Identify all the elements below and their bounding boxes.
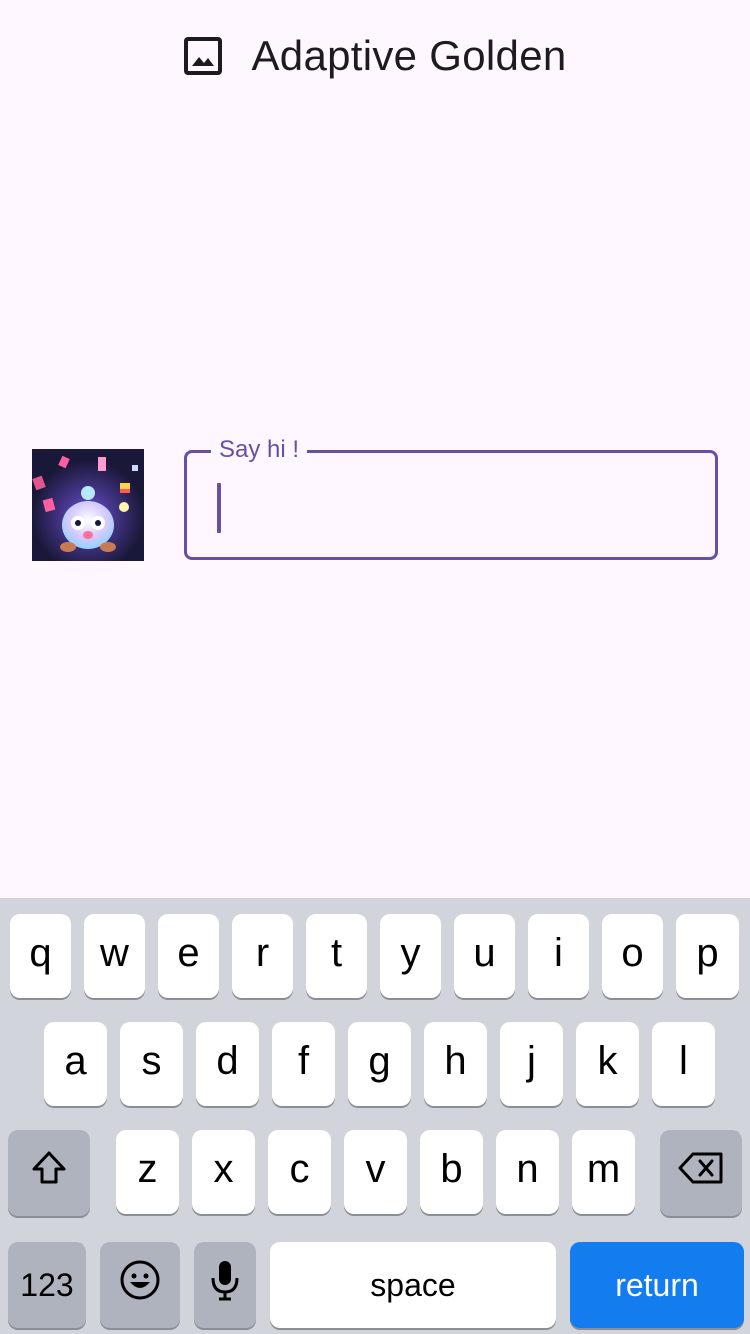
delete-key[interactable] xyxy=(660,1130,742,1216)
page-title: Adaptive Golden xyxy=(251,32,567,79)
key-z[interactable]: z xyxy=(116,1130,179,1214)
key-m[interactable]: m xyxy=(572,1130,635,1214)
key-y[interactable]: y xyxy=(380,914,441,998)
key-u[interactable]: u xyxy=(454,914,515,998)
shift-key[interactable] xyxy=(8,1130,90,1216)
key-k[interactable]: k xyxy=(576,1022,639,1106)
key-b[interactable]: b xyxy=(420,1130,483,1214)
app-bar: Adaptive Golden xyxy=(0,0,750,112)
emoji-icon xyxy=(118,1258,162,1312)
avatar-image xyxy=(32,449,144,561)
text-caret xyxy=(217,483,221,533)
microphone-key[interactable] xyxy=(194,1242,256,1328)
title-group: Adaptive Golden xyxy=(183,32,566,80)
key-t[interactable]: t xyxy=(306,914,367,998)
microphone-icon xyxy=(209,1258,241,1312)
image-icon xyxy=(183,36,223,76)
message-field-label: Say hi ! xyxy=(211,435,308,465)
key-e[interactable]: e xyxy=(158,914,219,998)
key-h[interactable]: h xyxy=(424,1022,487,1106)
key-s[interactable]: s xyxy=(120,1022,183,1106)
key-x[interactable]: x xyxy=(192,1130,255,1214)
return-key[interactable]: return xyxy=(570,1242,744,1328)
key-o[interactable]: o xyxy=(602,914,663,998)
key-f[interactable]: f xyxy=(272,1022,335,1106)
key-p[interactable]: p xyxy=(676,914,739,998)
backspace-icon xyxy=(677,1150,725,1196)
key-v[interactable]: v xyxy=(344,1130,407,1214)
key-n[interactable]: n xyxy=(496,1130,559,1214)
screen: Adaptive Golden Say hi ! q w e r t y u i… xyxy=(0,0,750,1334)
key-i[interactable]: i xyxy=(528,914,589,998)
message-field[interactable]: Say hi ! xyxy=(184,435,718,560)
key-j[interactable]: j xyxy=(500,1022,563,1106)
emoji-key[interactable] xyxy=(100,1242,180,1328)
shift-icon xyxy=(29,1148,69,1198)
key-c[interactable]: c xyxy=(268,1130,331,1214)
key-w[interactable]: w xyxy=(84,914,145,998)
numbers-key[interactable]: 123 xyxy=(8,1242,86,1328)
space-key[interactable]: space xyxy=(270,1242,556,1328)
key-q[interactable]: q xyxy=(10,914,71,998)
key-r[interactable]: r xyxy=(232,914,293,998)
key-d[interactable]: d xyxy=(196,1022,259,1106)
key-l[interactable]: l xyxy=(652,1022,715,1106)
message-input[interactable] xyxy=(215,479,685,535)
onscreen-keyboard: q w e r t y u i o p a s d f g h j k l z … xyxy=(0,898,750,1334)
key-g[interactable]: g xyxy=(348,1022,411,1106)
key-a[interactable]: a xyxy=(44,1022,107,1106)
